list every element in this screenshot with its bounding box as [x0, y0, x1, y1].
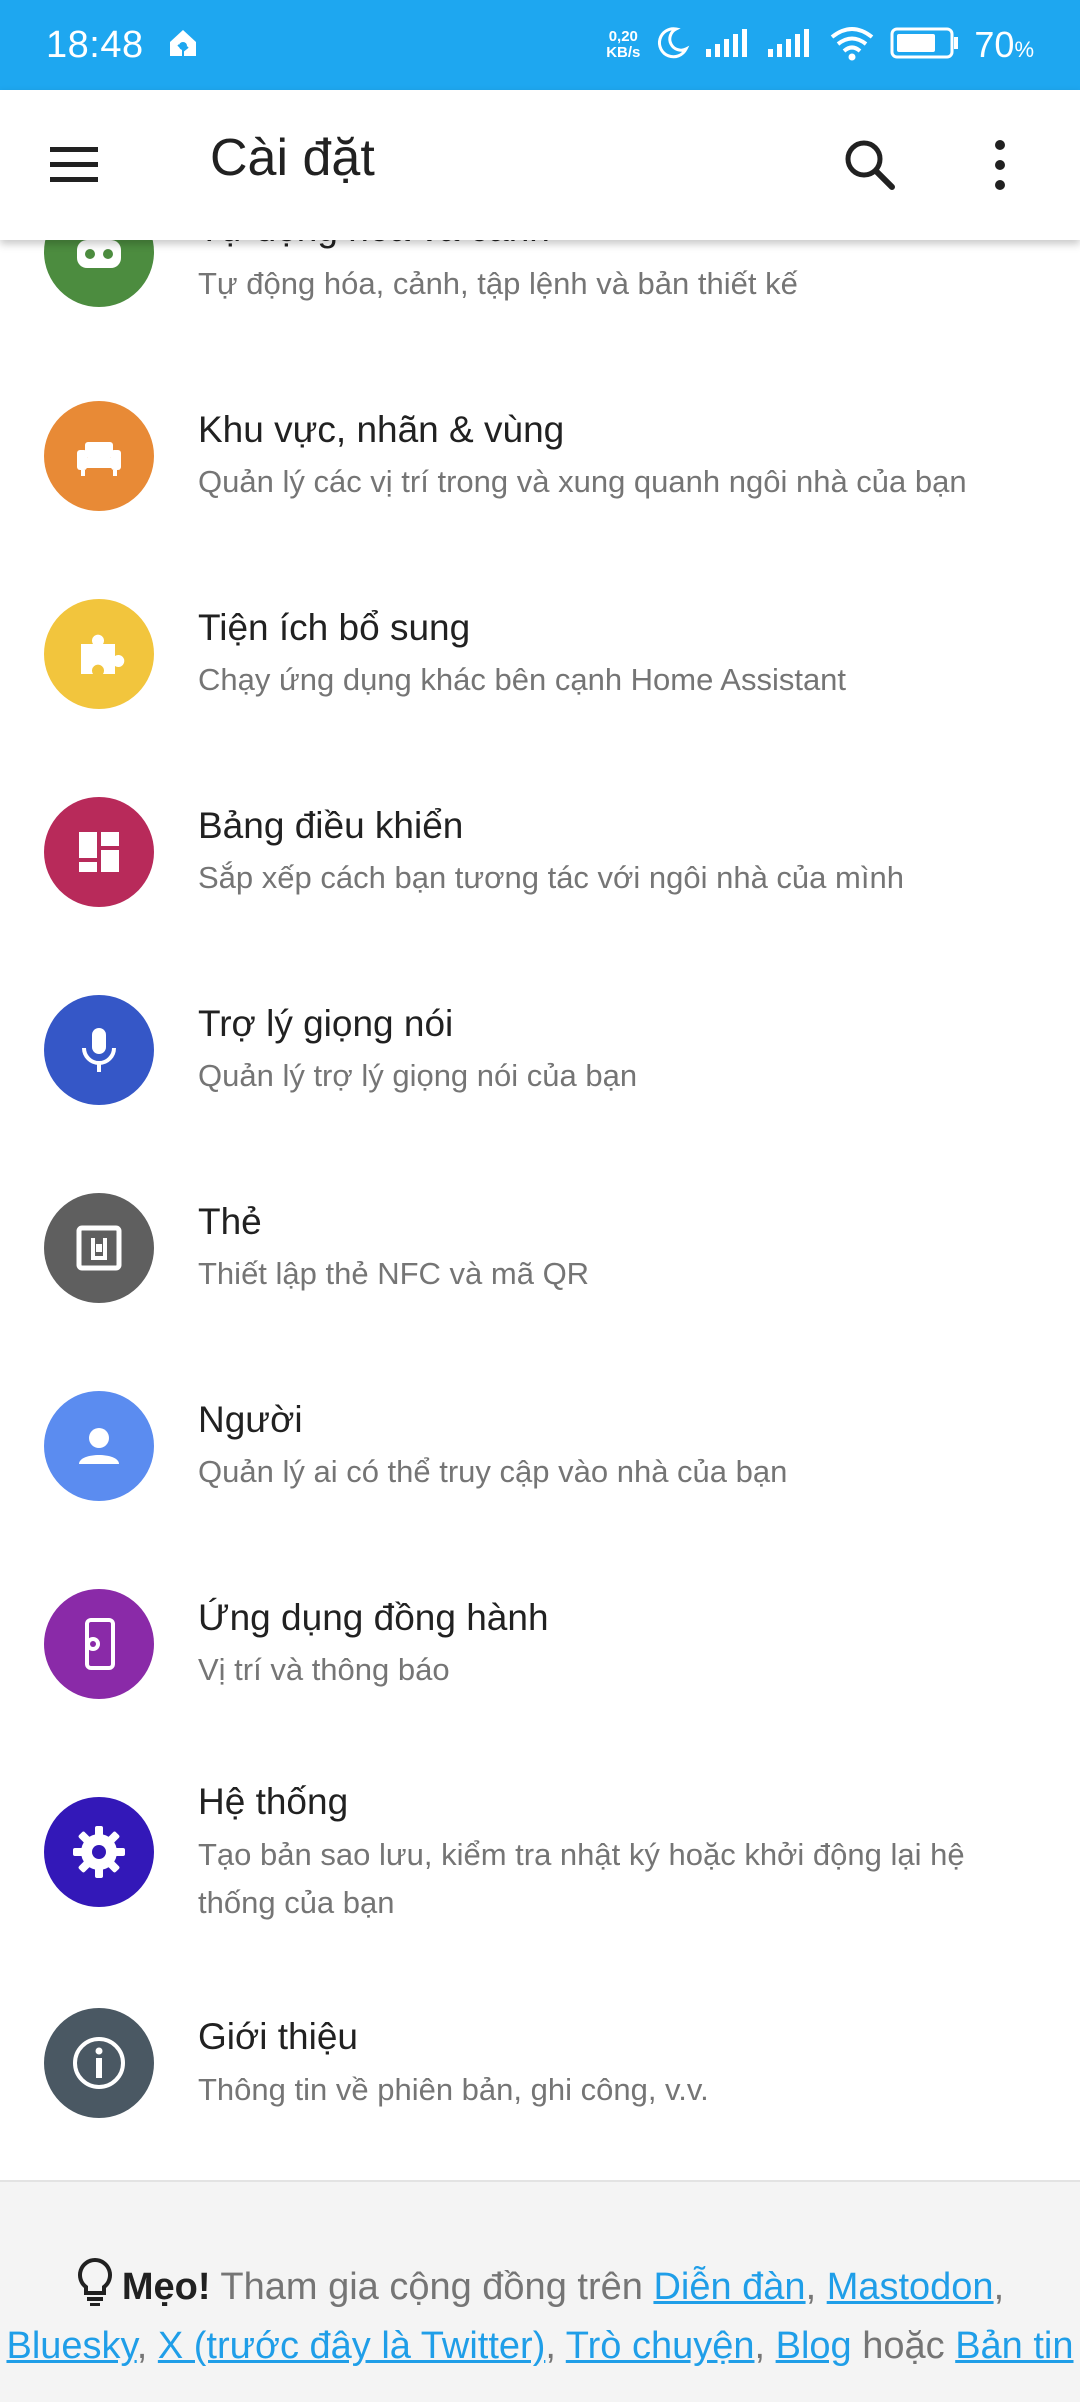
search-icon: [845, 140, 895, 190]
settings-item-title: Khu vực, nhãn & vùng: [198, 409, 565, 450]
settings-item-description: Tạo bản sao lưu, kiểm tra nhật ký hoặc k…: [198, 1837, 965, 1920]
settings-item-tags[interactable]: Thẻ Thiết lập thẻ NFC và mã QR: [0, 1187, 1080, 1367]
link-x-twitter[interactable]: X (trước đây là Twitter): [158, 2325, 546, 2367]
battery-icon: [890, 26, 960, 65]
app-bar: Cài đặt: [0, 90, 1080, 240]
settings-item-title: Bảng điều khiển: [198, 805, 464, 846]
settings-item-system[interactable]: Hệ thống Tạo bản sao lưu, kiểm tra nhật …: [0, 1781, 1080, 2001]
settings-item-title: Thẻ: [198, 1201, 262, 1242]
microphone-icon: [44, 995, 154, 1105]
settings-item-about[interactable]: Giới thiệu Thông tin về phiên bản, ghi c…: [0, 2006, 1080, 2166]
settings-item-description: Vị trí và thông báo: [198, 1652, 450, 1687]
settings-item-title: Tiện ích bổ sung: [198, 607, 471, 648]
wifi-icon: [828, 25, 876, 66]
link-mastodon[interactable]: Mastodon: [827, 2266, 994, 2308]
settings-item-voice-assistants[interactable]: Trợ lý giọng nói Quản lý trợ lý giọng nó…: [0, 989, 1080, 1169]
settings-item-description: Thiết lập thẻ NFC và mã QR: [198, 1256, 590, 1291]
settings-item-title: Giới thiệu: [198, 2016, 358, 2057]
phone-settings-icon: [44, 1589, 154, 1699]
tip-line-2: Bluesky, X (trước đây là Twitter), Trò c…: [6, 2325, 1074, 2367]
gear-icon: [44, 1797, 154, 1907]
settings-item-description: Thông tin về phiên bản, ghi công, v.v.: [198, 2072, 709, 2107]
settings-item-people[interactable]: Người Quản lý ai có thể truy cập vào nhà…: [0, 1385, 1080, 1565]
signal-icon: [704, 27, 752, 64]
search-button[interactable]: [840, 135, 900, 195]
network-speed: 0,20 KB/s: [606, 28, 641, 61]
link-blog[interactable]: Blog: [776, 2325, 852, 2367]
settings-item-description: Quản lý ai có thể truy cập vào nhà của b…: [198, 1454, 788, 1489]
settings-item-description: Quản lý các vị trí trong và xung quanh n…: [198, 464, 967, 499]
more-options-button[interactable]: [970, 135, 1030, 195]
hamburger-menu-icon: [50, 147, 98, 182]
home-assistant-notification-icon: [168, 28, 198, 63]
settings-item-title: Trợ lý giọng nói: [198, 1003, 454, 1044]
link-newsletter[interactable]: Bản tin: [955, 2325, 1073, 2367]
settings-item-description: Chạy ứng dụng khác bên cạnh Home Assista…: [198, 662, 847, 697]
tip-footer: Mẹo! Tham gia cộng đồng trên Diễn đàn, M…: [0, 2180, 1080, 2402]
lightbulb-icon: [76, 2257, 114, 2317]
nfc-icon: [44, 1193, 154, 1303]
settings-item-title: Ứng dụng đồng hành: [198, 1597, 549, 1638]
page-title: Cài đặt: [210, 129, 375, 187]
status-bar: 18:48 0,20 KB/s 70%: [0, 0, 1080, 90]
settings-item-dashboards[interactable]: Bảng điều khiển Sắp xếp cách bạn tương t…: [0, 791, 1080, 971]
settings-item-areas[interactable]: Khu vực, nhãn & vùng Quản lý các vị trí …: [0, 395, 1080, 575]
link-chat[interactable]: Trò chuyện: [566, 2325, 755, 2367]
settings-item-description: Sắp xếp cách bạn tương tác với ngôi nhà …: [198, 860, 904, 895]
tip-text: Tham gia cộng đồng trên: [220, 2266, 643, 2308]
more-vertical-icon: [995, 140, 1005, 190]
signal-icon-2: [766, 27, 814, 64]
settings-item-description: Tự động hóa, cảnh, tập lệnh và bản thiết…: [198, 266, 798, 301]
sofa-icon: [44, 401, 154, 511]
person-icon: [44, 1391, 154, 1501]
battery-percent: 70%: [974, 24, 1034, 65]
menu-button[interactable]: [46, 137, 102, 193]
tip-line-1: Mẹo! Tham gia cộng đồng trên Diễn đàn, M…: [0, 2257, 1080, 2317]
dashboard-icon: [44, 797, 154, 907]
info-icon: [44, 2008, 154, 2118]
puzzle-icon: [44, 599, 154, 709]
settings-item-title: Hệ thống: [198, 1781, 349, 1822]
settings-item-title: Người: [198, 1399, 303, 1440]
settings-item-description: Quản lý trợ lý giọng nói của bạn: [198, 1058, 638, 1093]
settings-item-addons[interactable]: Tiện ích bổ sung Chạy ứng dụng khác bên …: [0, 593, 1080, 773]
link-forum[interactable]: Diễn đàn: [653, 2266, 805, 2308]
link-bluesky[interactable]: Bluesky: [6, 2325, 136, 2367]
moon-icon: [654, 25, 690, 66]
settings-item-companion-app[interactable]: Ứng dụng đồng hành Vị trí và thông báo: [0, 1583, 1080, 1763]
status-time: 18:48: [46, 23, 144, 66]
tip-label: Mẹo!: [121, 2266, 211, 2308]
